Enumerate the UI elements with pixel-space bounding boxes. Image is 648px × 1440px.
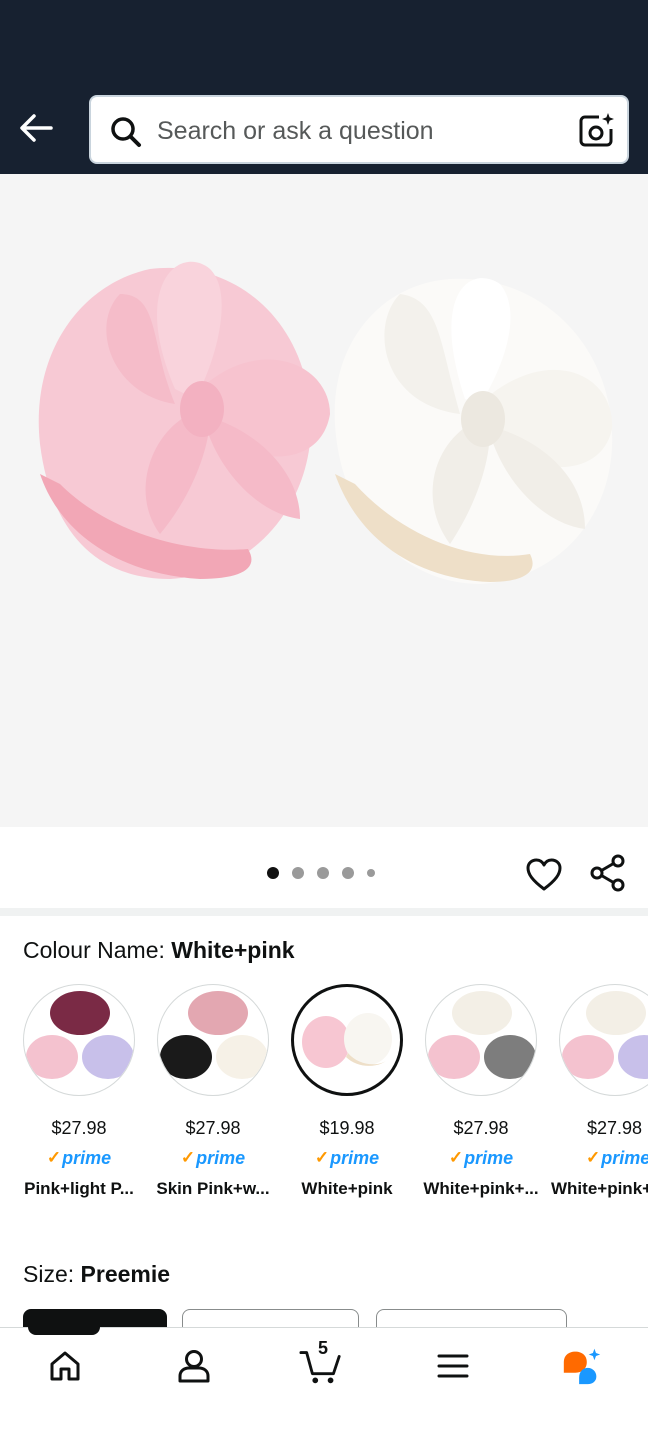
swatch-name: Skin Pink+w...	[156, 1179, 270, 1198]
prime-badge: ✓ prime	[12, 1147, 146, 1169]
camera-search-icon[interactable]	[577, 111, 615, 149]
swatch-price: $19.98	[319, 1118, 375, 1138]
swatch-price: $27.98	[185, 1118, 241, 1138]
prime-check-icon: ✓	[448, 1148, 464, 1167]
colour-name-label: Colour Name: White+pink	[23, 937, 295, 964]
section-divider	[0, 908, 648, 916]
size-label: Size: Preemie	[23, 1261, 170, 1288]
swatch-name: Pink+light P...	[24, 1179, 134, 1198]
rufus-assistant-icon	[563, 1348, 601, 1385]
wishlist-heart-icon[interactable]	[524, 855, 564, 895]
swatch-image	[157, 984, 269, 1096]
colour-selected-value: White+pink	[171, 937, 295, 963]
search-placeholder: Search or ask a question	[157, 117, 434, 145]
swatch-price: $27.98	[51, 1118, 107, 1138]
prime-label: prime	[196, 1147, 246, 1168]
colour-swatch[interactable]: $27.98 ✓ prime Skin Pink+w...	[146, 984, 280, 1199]
menu-icon	[437, 1354, 469, 1378]
back-button[interactable]	[14, 106, 58, 150]
colour-swatch[interactable]: $27.98 ✓ prime White+pink+	[548, 984, 648, 1199]
swatch-image	[291, 984, 403, 1096]
image-pagination-bar	[0, 827, 648, 909]
prime-label: prime	[464, 1147, 514, 1168]
swatch-image	[559, 984, 648, 1096]
nav-menu[interactable]	[431, 1344, 475, 1388]
pagination-dot[interactable]	[342, 867, 354, 879]
swatch-name: White+pink+...	[423, 1179, 539, 1198]
size-selected-value: Preemie	[80, 1261, 171, 1287]
prime-check-icon: ✓	[586, 1148, 601, 1167]
swatch-price: $27.98	[453, 1118, 509, 1138]
swatch-image	[425, 984, 537, 1096]
bottom-navigation: 5	[0, 1326, 648, 1440]
pagination-dot-active[interactable]	[267, 867, 279, 879]
prime-label: prime	[601, 1147, 648, 1168]
share-icon[interactable]	[588, 853, 628, 893]
colour-swatch[interactable]: $27.98 ✓ prime Pink+light P...	[12, 984, 146, 1199]
home-icon	[50, 1351, 80, 1381]
nav-account[interactable]	[172, 1344, 216, 1388]
product-photo-hats	[38, 261, 613, 584]
nav-cart[interactable]: 5	[299, 1338, 343, 1388]
pagination-dot[interactable]	[292, 867, 304, 879]
image-pagination-dots[interactable]	[267, 867, 388, 879]
search-icon	[111, 117, 141, 147]
pagination-dot[interactable]	[367, 869, 375, 877]
swatch-name: White+pink+	[551, 1179, 648, 1198]
prime-badge: ✓ prime	[280, 1147, 414, 1169]
size-label-prefix: Size:	[23, 1261, 81, 1287]
prime-check-icon: ✓	[46, 1148, 62, 1167]
search-input[interactable]: Search or ask a question	[89, 95, 629, 164]
colour-label-prefix: Colour Name:	[23, 937, 172, 963]
colour-swatch[interactable]: $27.98 ✓ prime White+pink+...	[414, 984, 548, 1199]
product-image[interactable]	[0, 174, 648, 827]
prime-badge: ✓ prime	[548, 1147, 648, 1169]
back-arrow-icon	[20, 114, 53, 142]
user-icon	[178, 1350, 210, 1383]
prime-label: prime	[330, 1147, 380, 1168]
colour-swatch-selected[interactable]: $19.98 ✓ prime White+pink	[280, 984, 414, 1199]
prime-badge: ✓ prime	[146, 1147, 280, 1169]
swatch-image	[23, 984, 135, 1096]
swatch-price: $27.98	[587, 1118, 643, 1138]
nav-home[interactable]	[43, 1344, 87, 1388]
prime-check-icon: ✓	[314, 1148, 330, 1167]
prime-badge: ✓ prime	[414, 1147, 548, 1169]
prime-check-icon: ✓	[180, 1148, 196, 1167]
pagination-dot[interactable]	[317, 867, 329, 879]
swatch-name: White+pink	[301, 1179, 393, 1198]
nav-rufus-assistant[interactable]	[560, 1344, 604, 1388]
active-tab-indicator	[28, 1326, 100, 1335]
prime-label: prime	[62, 1147, 112, 1168]
cart-count-badge: 5	[318, 1338, 329, 1358]
top-header: Search or ask a question	[0, 0, 648, 174]
